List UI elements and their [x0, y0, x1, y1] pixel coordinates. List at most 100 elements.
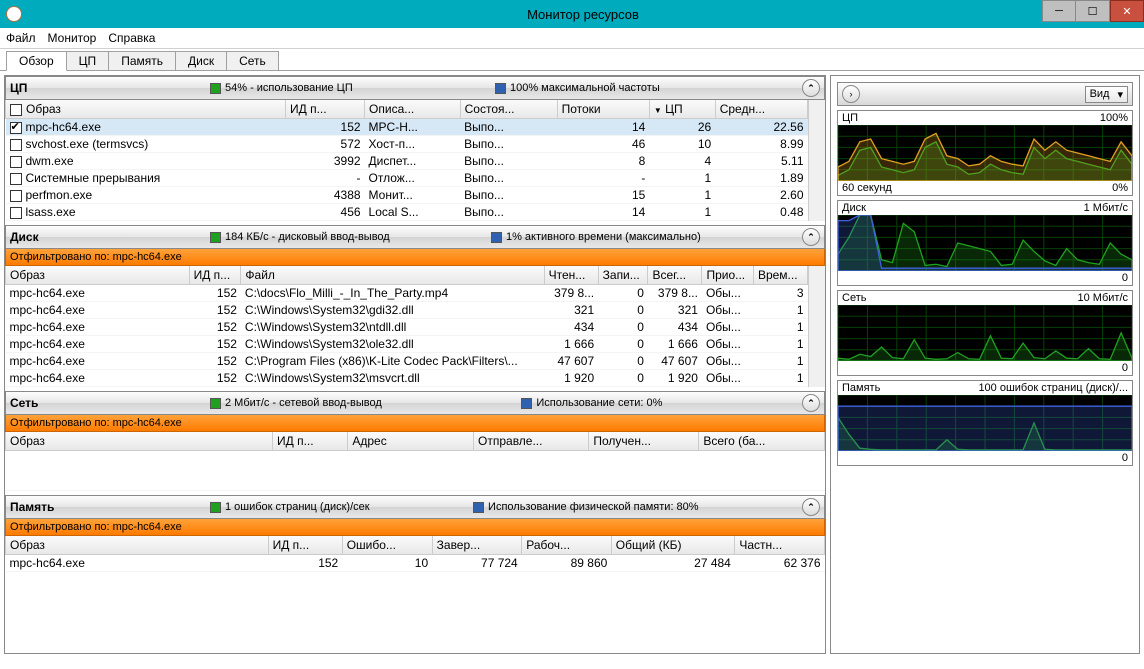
col-desc[interactable]: Описа... — [365, 100, 461, 119]
maximize-button[interactable]: ☐ — [1076, 0, 1110, 22]
table-row[interactable]: mpc-hc64.exe152MPC-H...Выпо...142622.56 — [6, 119, 808, 136]
net-io-icon — [210, 398, 221, 409]
cpu-scrollbar[interactable] — [808, 100, 825, 221]
mem-faults-icon — [210, 502, 221, 513]
ncol-pid[interactable]: ИД п... — [273, 432, 348, 451]
view-dropdown[interactable]: Вид▾ — [1085, 86, 1128, 103]
table-row[interactable]: perfmon.exe4388Монит...Выпо...1512.60 — [6, 187, 808, 204]
mcol-pid[interactable]: ИД п... — [268, 536, 342, 555]
network-collapse-button[interactable]: ⌃ — [802, 394, 820, 412]
ncol-sent[interactable]: Отправле... — [474, 432, 589, 451]
dcol-pid[interactable]: ИД п... — [189, 266, 241, 285]
row-checkbox[interactable] — [10, 122, 22, 134]
close-button[interactable]: ✕ — [1110, 0, 1144, 22]
dcol-file[interactable]: Файл — [241, 266, 544, 285]
network-section-header[interactable]: Сеть 2 Мбит/с - сетевой ввод-вывод Испол… — [5, 391, 825, 415]
table-row[interactable]: mpc-hc64.exe152C:\Windows\System32\msvcr… — [6, 370, 808, 387]
col-status[interactable]: Состоя... — [460, 100, 557, 119]
memory-section-title: Память — [10, 500, 210, 514]
menu-file[interactable]: Файл — [6, 31, 36, 45]
mem-use-text: Использование физической памяти: 80% — [488, 501, 699, 513]
tab-cpu[interactable]: ЦП — [66, 51, 110, 70]
table-row[interactable]: Системные прерывания-Отлож...Выпо...-11.… — [6, 170, 808, 187]
col-avg[interactable]: Средн... — [715, 100, 807, 119]
table-row[interactable]: mpc-hc64.exe152C:\Windows\System32\ole32… — [6, 336, 808, 353]
dcol-write[interactable]: Запи... — [598, 266, 648, 285]
mcol-image[interactable]: Образ — [6, 536, 269, 555]
cpu-freq-icon — [495, 83, 506, 94]
chart-footer-right: 0 — [1122, 362, 1128, 374]
chart-title: Память — [842, 382, 880, 394]
disk-collapse-button[interactable]: ⌃ — [802, 228, 820, 246]
dcol-image[interactable]: Образ — [6, 266, 190, 285]
cpu-collapse-button[interactable]: ⌃ — [802, 79, 820, 97]
ncol-addr[interactable]: Адрес — [348, 432, 474, 451]
select-all-checkbox[interactable] — [10, 104, 22, 116]
row-checkbox[interactable] — [10, 139, 22, 151]
chart-footer-right: 0 — [1122, 452, 1128, 464]
chart-max-label: 100 ошибок страниц (диск)/... — [978, 382, 1128, 394]
cpu-section-header[interactable]: ЦП 54% - использование ЦП 100% максималь… — [5, 76, 825, 100]
ncol-total[interactable]: Всего (ба... — [699, 432, 825, 451]
table-row[interactable]: mpc-hc64.exe152C:\Program Files (x86)\K-… — [6, 353, 808, 370]
memory-collapse-button[interactable]: ⌃ — [802, 498, 820, 516]
mcol-working[interactable]: Рабоч... — [522, 536, 612, 555]
row-checkbox[interactable] — [10, 207, 22, 219]
net-io-text: 2 Мбит/с - сетевой ввод-вывод — [225, 397, 382, 409]
chart-цп: ЦП100% 60 секунд0% — [837, 110, 1133, 196]
row-checkbox[interactable] — [10, 190, 22, 202]
minimize-button[interactable]: ─ — [1042, 0, 1076, 22]
table-row[interactable]: mpc-hc64.exe152C:\docs\Flo_Milli_-_In_Th… — [6, 285, 808, 302]
disk-table: Образ ИД п... Файл Чтен... Запи... Всег.… — [5, 266, 808, 387]
table-row[interactable]: mpc-hc64.exe152C:\Windows\System32\ntdll… — [6, 319, 808, 336]
chart-диск: Диск1 Мбит/с 0 — [837, 200, 1133, 286]
col-threads[interactable]: Потоки — [557, 100, 649, 119]
disk-section-title: Диск — [10, 230, 210, 244]
title-bar: Монитор ресурсов ─ ☐ ✕ — [0, 0, 1144, 28]
row-checkbox[interactable] — [10, 173, 22, 185]
menu-monitor[interactable]: Монитор — [48, 31, 97, 45]
dcol-prio[interactable]: Прио... — [702, 266, 754, 285]
tab-network[interactable]: Сеть — [226, 51, 279, 70]
memory-section-header[interactable]: Память 1 ошибок страниц (диск)/сек Испол… — [5, 495, 825, 519]
mem-use-icon — [473, 502, 484, 513]
table-row[interactable]: mpc-hc64.exe152C:\Windows\System32\gdi32… — [6, 302, 808, 319]
mem-faults-text: 1 ошибок страниц (диск)/сек — [225, 501, 370, 513]
table-row[interactable]: dwm.exe3992Диспет...Выпо...845.11 — [6, 153, 808, 170]
chart-footer-left: 60 секунд — [842, 182, 892, 194]
mem-filter-bar: Отфильтровано по: mpc-hc64.exe — [5, 519, 825, 536]
menu-help[interactable]: Справка — [108, 31, 155, 45]
chart-canvas — [838, 125, 1132, 181]
tab-memory[interactable]: Память — [108, 51, 176, 70]
dcol-resp[interactable]: Врем... — [753, 266, 807, 285]
mcol-faults[interactable]: Ошибо... — [342, 536, 432, 555]
chart-title: ЦП — [842, 112, 858, 124]
ncol-image[interactable]: Образ — [6, 432, 273, 451]
chart-canvas — [838, 395, 1132, 451]
table-row[interactable]: lsass.exe456Local S...Выпо...1410.48 — [6, 204, 808, 221]
mcol-private[interactable]: Частн... — [735, 536, 825, 555]
col-image[interactable]: Образ — [6, 100, 286, 119]
chart-canvas — [838, 215, 1132, 271]
charts-collapse-button[interactable]: › — [842, 85, 860, 103]
tab-disk[interactable]: Диск — [175, 51, 227, 70]
view-dropdown-label: Вид — [1090, 88, 1110, 100]
tab-overview[interactable]: Обзор — [6, 51, 67, 71]
net-use-text: Использование сети: 0% — [536, 397, 662, 409]
col-cpu[interactable]: ▼ ЦП — [649, 100, 715, 119]
disk-section-header[interactable]: Диск 184 КБ/с - дисковый ввод-вывод 1% а… — [5, 225, 825, 249]
disk-scrollbar[interactable] — [808, 266, 825, 387]
dcol-read[interactable]: Чтен... — [544, 266, 598, 285]
table-row[interactable]: svchost.exe (termsvcs)572Хост-п...Выпо..… — [6, 136, 808, 153]
table-row[interactable]: mpc-hc64.exe1521077 72489 86027 48462 37… — [6, 555, 825, 572]
col-pid[interactable]: ИД п... — [286, 100, 365, 119]
row-checkbox[interactable] — [10, 156, 22, 168]
mcol-shared[interactable]: Общий (КБ) — [611, 536, 735, 555]
network-section-title: Сеть — [10, 396, 210, 410]
mcol-commit[interactable]: Завер... — [432, 536, 522, 555]
disk-io-text: 184 КБ/с - дисковый ввод-вывод — [225, 231, 390, 243]
dcol-total[interactable]: Всег... — [648, 266, 702, 285]
ncol-recv[interactable]: Получен... — [589, 432, 699, 451]
chart-footer-right: 0 — [1122, 272, 1128, 284]
chart-max-label: 10 Мбит/с — [1078, 292, 1129, 304]
